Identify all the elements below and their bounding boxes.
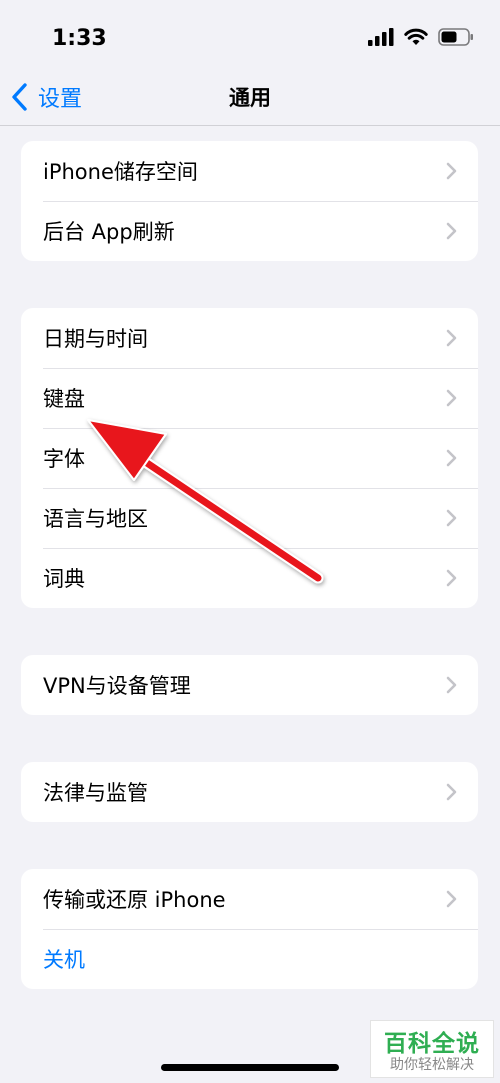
navigation-bar: 设置 通用: [0, 70, 500, 126]
row-background-app-refresh[interactable]: 后台 App刷新: [21, 201, 478, 261]
row-label: 语言与地区: [43, 507, 148, 531]
row-label: 后台 App刷新: [43, 220, 175, 244]
row-label: 字体: [43, 447, 85, 471]
chevron-right-icon: [446, 783, 457, 801]
row-language-region[interactable]: 语言与地区: [21, 488, 478, 548]
row-label: 词典: [43, 567, 85, 591]
row-keyboard[interactable]: 键盘: [21, 368, 478, 428]
watermark-title: 百科全说: [384, 1031, 480, 1057]
row-label: 日期与时间: [43, 327, 148, 351]
row-label: 法律与监管: [43, 781, 148, 805]
wifi-icon: [404, 28, 428, 45]
settings-group-language: 日期与时间 键盘 字体 语言与地区 词典: [21, 308, 478, 608]
row-dictionary[interactable]: 词典: [21, 548, 478, 608]
row-label: 键盘: [43, 387, 85, 411]
page-title: 通用: [229, 86, 271, 110]
battery-icon: [438, 28, 473, 46]
settings-group-storage: iPhone储存空间 后台 App刷新: [21, 141, 478, 261]
row-label: 关机: [43, 948, 85, 972]
chevron-right-icon: [446, 389, 457, 407]
settings-group-reset: 传输或还原 iPhone 关机: [21, 869, 478, 989]
settings-group-legal: 法律与监管: [21, 762, 478, 822]
home-indicator[interactable]: [161, 1064, 339, 1071]
settings-group-vpn: VPN与设备管理: [21, 655, 478, 715]
row-fonts[interactable]: 字体: [21, 428, 478, 488]
chevron-right-icon: [446, 449, 457, 467]
status-time: 1:33: [52, 26, 107, 51]
watermark-subtitle: 助你轻松解决: [390, 1057, 474, 1073]
chevron-right-icon: [446, 329, 457, 347]
chevron-right-icon: [446, 162, 457, 180]
chevron-right-icon: [446, 509, 457, 527]
row-label: iPhone储存空间: [43, 160, 198, 184]
chevron-right-icon: [446, 676, 457, 694]
chevron-right-icon: [446, 222, 457, 240]
watermark-logo: 百科全说 助你轻松解决: [370, 1020, 494, 1078]
row-transfer-reset[interactable]: 传输或还原 iPhone: [21, 869, 478, 929]
signal-icon: [368, 28, 394, 46]
row-label: VPN与设备管理: [43, 674, 191, 698]
row-label: 传输或还原 iPhone: [43, 888, 226, 912]
status-bar: 1:33: [0, 0, 500, 70]
chevron-right-icon: [446, 890, 457, 908]
status-icons: [368, 28, 474, 46]
row-vpn-device-management[interactable]: VPN与设备管理: [21, 655, 478, 715]
chevron-right-icon: [446, 569, 457, 587]
shutdown-button[interactable]: 关机: [21, 929, 478, 989]
row-legal-regulatory[interactable]: 法律与监管: [21, 762, 478, 822]
row-date-time[interactable]: 日期与时间: [21, 308, 478, 368]
row-iphone-storage[interactable]: iPhone储存空间: [21, 141, 478, 201]
